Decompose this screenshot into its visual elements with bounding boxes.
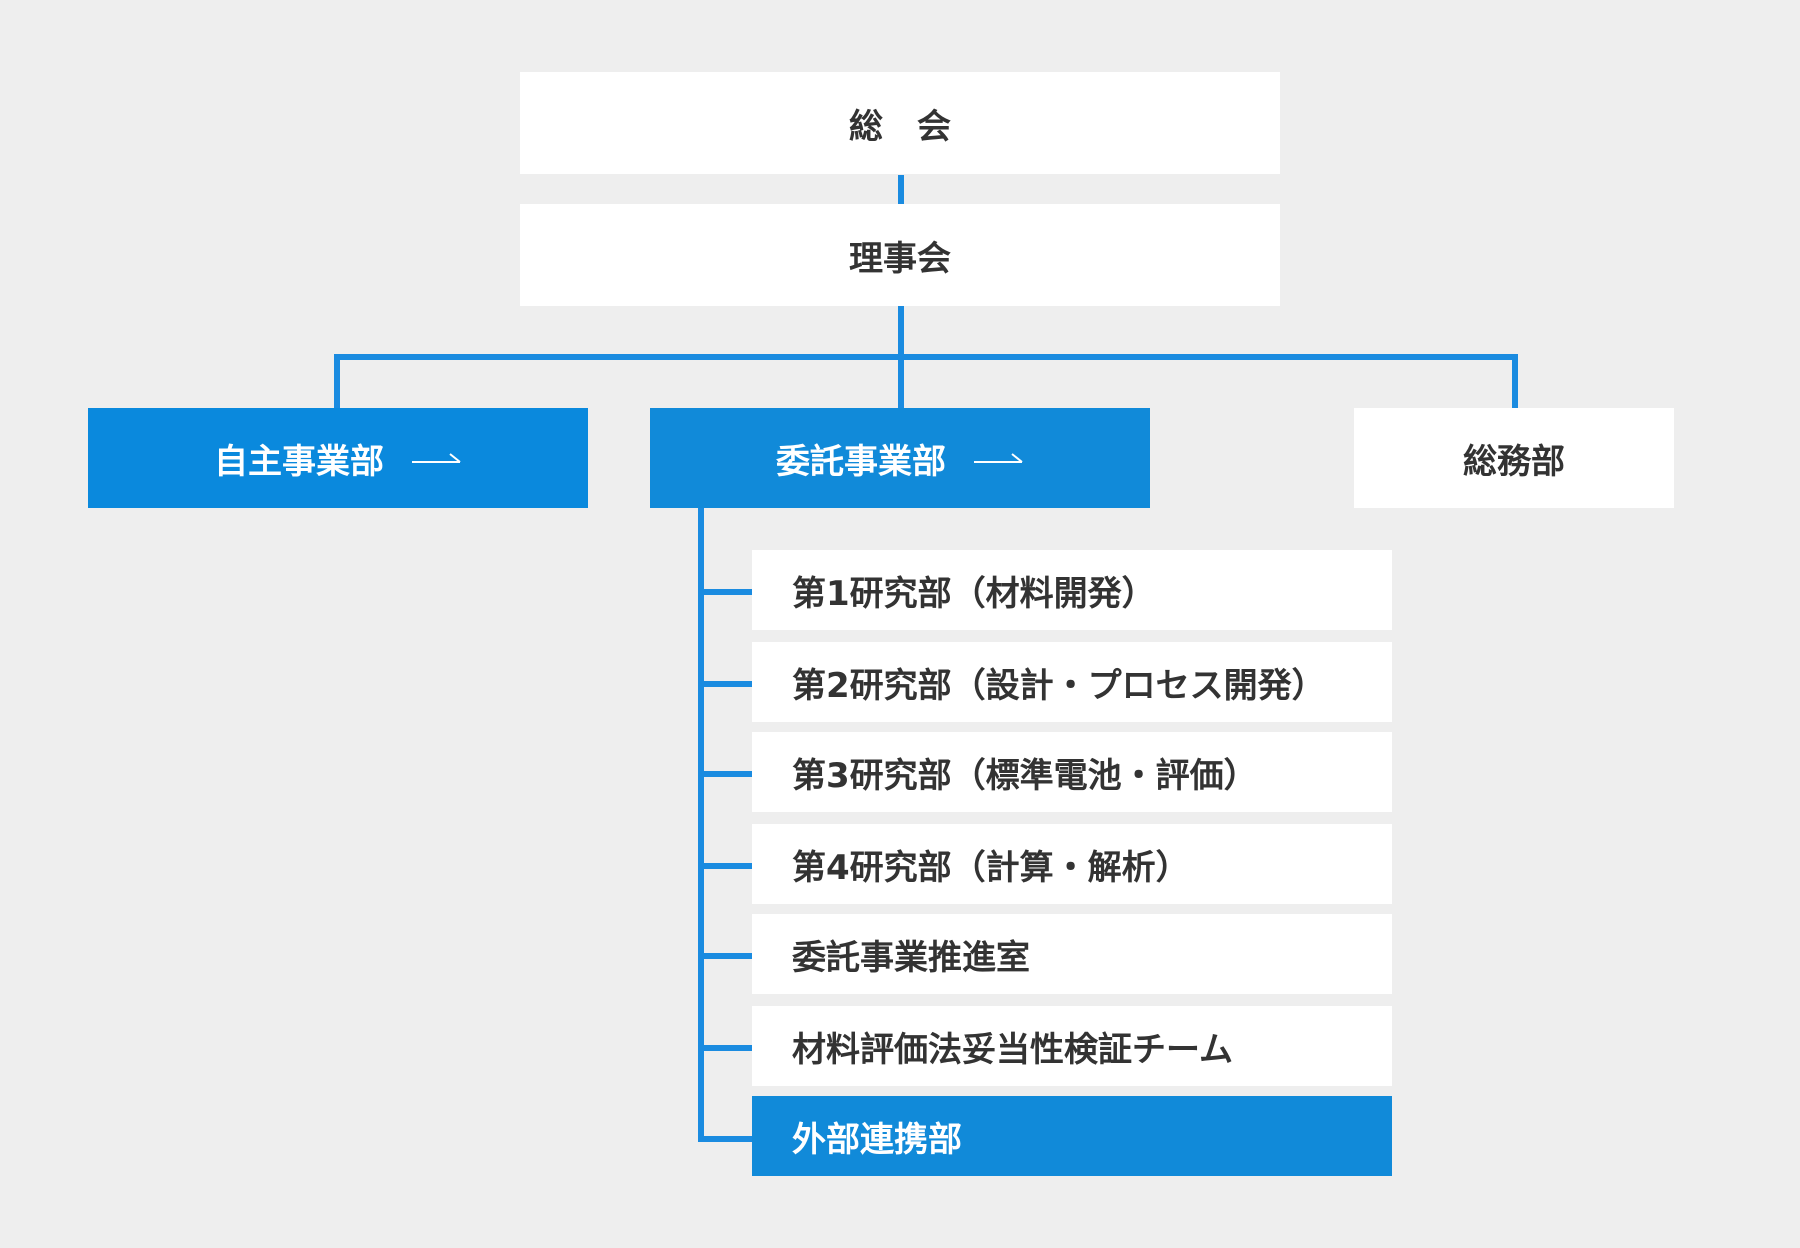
unit-validation-team: 材料評価法妥当性検証チーム	[752, 1006, 1392, 1086]
connector-drop-jishu	[334, 354, 340, 409]
general-assembly-label: 総 会	[849, 106, 951, 147]
connector-division-bar	[334, 354, 1518, 360]
unit-label: 外部連携部	[792, 1119, 962, 1160]
division-itaku-label: 委託事業部	[776, 441, 946, 482]
unit-label: 第1研究部（材料開発）	[792, 573, 1156, 614]
unit-label: 材料評価法妥当性検証チーム	[792, 1029, 1233, 1070]
unit-label: 第4研究部（計算・解析）	[792, 847, 1190, 888]
connector-branch-3	[698, 771, 752, 777]
long-right-arrow-icon	[412, 451, 462, 465]
unit-label: 第2研究部（設計・プロセス開発）	[792, 665, 1326, 706]
connector-branch-2	[698, 681, 752, 687]
unit-external-collaboration[interactable]: 外部連携部	[752, 1096, 1392, 1176]
board-label: 理事会	[849, 238, 951, 279]
division-somu-box: 総務部	[1354, 408, 1674, 508]
division-somu-label: 総務部	[1463, 441, 1565, 482]
long-right-arrow-icon	[974, 451, 1024, 465]
division-itaku-box[interactable]: 委託事業部	[650, 408, 1150, 508]
connector-drop-somu	[1512, 354, 1518, 409]
connector-branch-5	[698, 953, 752, 959]
connector-branch-1	[698, 589, 752, 595]
connector-branch-6	[698, 1045, 752, 1051]
unit-label: 第3研究部（標準電池・評価）	[792, 755, 1258, 796]
division-jishu-label: 自主事業部	[214, 441, 384, 482]
general-assembly-box: 総 会	[520, 72, 1280, 174]
unit-research-1: 第1研究部（材料開発）	[752, 550, 1392, 630]
connector-branch-4	[698, 863, 752, 869]
connector-assembly-board	[898, 175, 904, 205]
division-jishu-box[interactable]: 自主事業部	[88, 408, 588, 508]
unit-research-2: 第2研究部（設計・プロセス開発）	[752, 642, 1392, 722]
connector-branch-7	[698, 1136, 752, 1142]
unit-research-4: 第4研究部（計算・解析）	[752, 824, 1392, 904]
unit-promotion-office: 委託事業推進室	[752, 914, 1392, 994]
unit-research-3: 第3研究部（標準電池・評価）	[752, 732, 1392, 812]
unit-label: 委託事業推進室	[792, 937, 1030, 978]
board-box: 理事会	[520, 204, 1280, 306]
